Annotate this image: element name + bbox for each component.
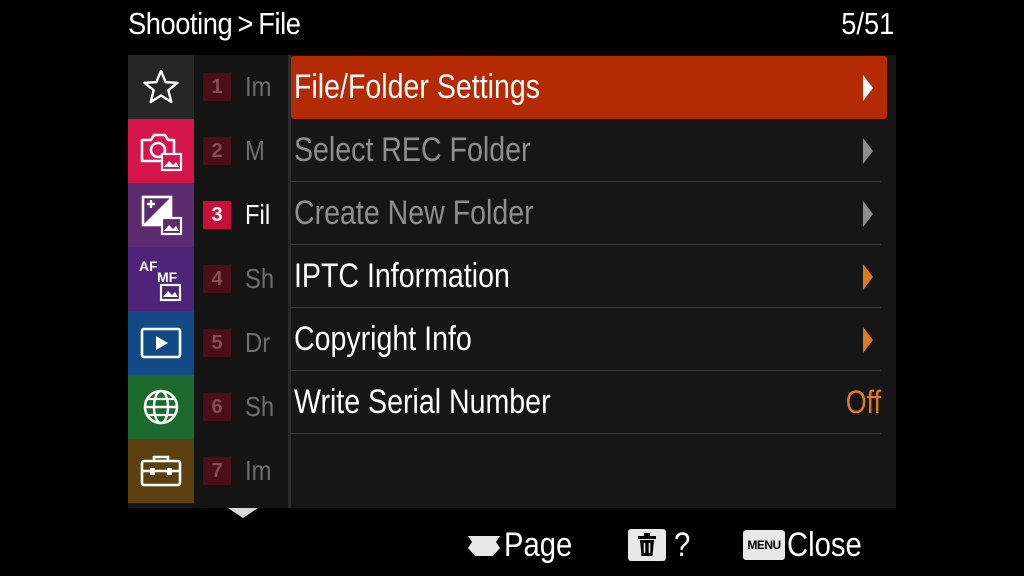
- footer-close-label: Close: [787, 525, 862, 564]
- chevron-right-icon: [863, 74, 873, 101]
- chevron-right-icon: [863, 263, 873, 290]
- row-divider: [291, 433, 881, 434]
- menu-item-label: Select REC Folder: [294, 131, 531, 169]
- page-name: Fil: [245, 199, 271, 230]
- breadcrumb-separator: >: [237, 6, 253, 41]
- category-shooting[interactable]: [128, 119, 194, 183]
- page-number: 4: [203, 265, 231, 293]
- breadcrumb: Shooting > File: [128, 4, 301, 44]
- section-title: File: [258, 6, 301, 41]
- page-number: 6: [203, 393, 231, 421]
- page-number: 3: [203, 201, 231, 229]
- page-list: 1 Im 2 M 3 Fil 4 Sh 5 Dr 6 Sh 7 Im: [194, 55, 288, 508]
- menu-key-icon: MENU: [743, 530, 785, 560]
- page-number: 1: [203, 73, 231, 101]
- globe-icon: [143, 389, 179, 425]
- chevron-right-icon: [863, 200, 873, 227]
- footer-page-hint: Page: [466, 520, 583, 570]
- page-number: 7: [203, 457, 231, 485]
- menu-item-file-folder-settings[interactable]: File/Folder Settings: [291, 56, 887, 119]
- exposure-photo-icon: [141, 195, 183, 236]
- menu-item-label: File/Folder Settings: [294, 68, 541, 106]
- page-item-4[interactable]: 4 Sh: [194, 247, 288, 311]
- chevron-right-icon: [863, 326, 873, 353]
- svg-text:MF: MF: [157, 269, 178, 285]
- page-counter: 5/51: [840, 6, 894, 41]
- control-wheel-icon: [468, 536, 500, 556]
- footer-help-hint: ?: [628, 520, 693, 570]
- menu-item-label: IPTC Information: [294, 257, 510, 295]
- page-number: 5: [203, 329, 231, 357]
- menu-item-copyright-info[interactable]: Copyright Info: [291, 308, 887, 371]
- tab-name: Shooting: [128, 6, 233, 41]
- footer-page-label: Page: [504, 525, 573, 564]
- scroll-down-icon: [228, 508, 258, 518]
- category-exposure-color[interactable]: [128, 183, 194, 247]
- menu-item-create-new-folder[interactable]: Create New Folder: [291, 182, 887, 245]
- trash-icon: [628, 529, 666, 561]
- category-favorites[interactable]: [128, 55, 194, 119]
- playback-icon: [140, 327, 182, 359]
- page-item-2[interactable]: 2 M: [194, 119, 288, 183]
- menu-item-label: Copyright Info: [294, 320, 472, 358]
- page-name: Im: [245, 71, 272, 102]
- chevron-right-icon: [863, 137, 873, 164]
- page-name: Sh: [245, 391, 275, 422]
- menu-item-iptc-information[interactable]: IPTC Information: [291, 245, 887, 308]
- page-name: Im: [245, 455, 272, 486]
- category-setup[interactable]: [128, 439, 194, 503]
- menu-item-label: Create New Folder: [294, 194, 534, 232]
- page-item-6[interactable]: 6 Sh: [194, 375, 288, 439]
- svg-text:AF: AF: [139, 258, 158, 274]
- camera-photo-icon: [140, 133, 183, 172]
- page-item-5[interactable]: 5 Dr: [194, 311, 288, 375]
- menu-item-label: Write Serial Number: [294, 383, 551, 421]
- page-item-1[interactable]: 1 Im: [194, 55, 288, 119]
- category-focus[interactable]: AF MF: [128, 247, 194, 311]
- page-name: Sh: [245, 263, 275, 294]
- footer-close-hint: MENU Close: [743, 520, 874, 570]
- star-icon: [143, 69, 179, 104]
- page-item-3[interactable]: 3 Fil: [194, 183, 288, 247]
- toolbox-icon: [140, 455, 182, 487]
- category-column: AF MF: [128, 55, 194, 508]
- setting-value: Off: [845, 384, 881, 420]
- footer-help-label: ?: [674, 525, 691, 564]
- page-name: M: [245, 135, 265, 166]
- page-name: Dr: [245, 327, 271, 358]
- af-mf-icon: AF MF: [139, 258, 182, 302]
- page-number: 2: [203, 137, 231, 165]
- category-playback[interactable]: [128, 311, 194, 375]
- category-network[interactable]: [128, 375, 194, 439]
- menu-list: File/Folder Settings Select REC Folder C…: [291, 55, 893, 508]
- page-item-7[interactable]: 7 Im: [194, 439, 288, 503]
- menu-item-select-rec-folder[interactable]: Select REC Folder: [291, 119, 887, 182]
- menu-item-write-serial-number[interactable]: Write Serial Number Off: [291, 371, 887, 434]
